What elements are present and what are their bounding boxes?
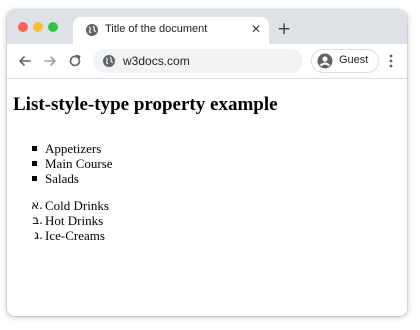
globe-icon	[86, 24, 98, 36]
list-item-label: Cold Drinks	[45, 198, 109, 213]
list-item-label: Salads	[45, 171, 79, 186]
list-item-label: Hot Drinks	[45, 213, 104, 228]
square-bullet-icon	[32, 176, 37, 181]
profile-label: Guest	[339, 54, 369, 66]
back-arrow-icon[interactable]	[17, 53, 33, 69]
minimize-window-button[interactable]	[33, 22, 43, 32]
close-window-button[interactable]	[18, 22, 28, 32]
kebab-menu-icon[interactable]	[387, 53, 395, 69]
new-tab-button[interactable]: +	[277, 21, 291, 38]
list-item: א. Cold Drinks	[31, 198, 109, 213]
list-item-label: Ice-Creams	[45, 228, 105, 243]
list-item-label: Appetizers	[45, 141, 102, 156]
forward-arrow-icon[interactable]	[42, 53, 58, 69]
square-bullet-icon	[32, 161, 37, 166]
hebrew-list: א. Cold Drinks ב. Hot Drinks ג. Ice-Crea…	[31, 198, 109, 243]
list-item: Main Course	[32, 156, 113, 171]
reload-icon[interactable]	[67, 53, 83, 69]
list-item-label: Main Course	[45, 156, 113, 171]
tab-title: Title of the document	[105, 23, 208, 35]
page-content: List-style-type property example Appetiz…	[7, 79, 407, 316]
list-item: Appetizers	[32, 141, 113, 156]
tab-strip: Title of the document ✕ +	[7, 10, 407, 44]
browser-window: Title of the document ✕ + w3docs.com Gue…	[7, 10, 407, 316]
tab-active[interactable]: Title of the document ✕	[73, 17, 269, 44]
square-list: Appetizers Main Course Salads	[32, 141, 113, 186]
list-item: ב. Hot Drinks	[32, 213, 109, 228]
square-bullet-icon	[32, 146, 37, 151]
zoom-window-button[interactable]	[48, 22, 58, 32]
list-item: Salads	[32, 171, 113, 186]
globe-icon	[103, 55, 115, 67]
hebrew-marker: ב.	[32, 213, 43, 227]
list-item: ג. Ice-Creams	[34, 228, 109, 243]
close-icon[interactable]: ✕	[251, 21, 261, 37]
address-bar[interactable]: w3docs.com	[93, 49, 303, 73]
url-text: w3docs.com	[123, 54, 190, 68]
toolbar: w3docs.com Guest	[7, 44, 407, 79]
hebrew-marker: א.	[31, 198, 43, 212]
page-title: List-style-type property example	[13, 94, 278, 115]
hebrew-marker: ג.	[34, 228, 43, 242]
profile-button[interactable]: Guest	[311, 49, 379, 73]
profile-icon	[317, 53, 333, 69]
